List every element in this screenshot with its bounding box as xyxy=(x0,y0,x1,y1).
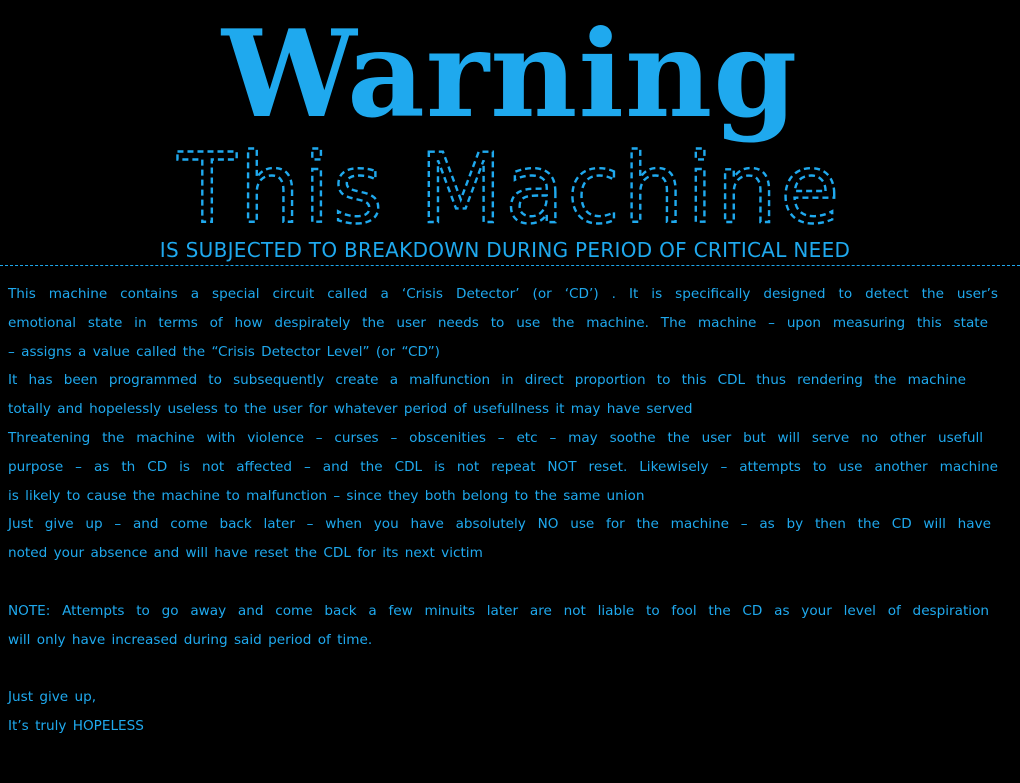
body-line: It’s truly HOPELESS xyxy=(8,717,144,734)
body-line: totally and hopelessly useless to the us… xyxy=(8,401,693,418)
body-line: This machine contains a special circuit … xyxy=(8,286,998,302)
body-line: – assigns a value called the “Crisis Det… xyxy=(8,343,440,360)
body-line: Just give up – and come back later – whe… xyxy=(8,516,991,533)
body-line: NOTE: Attempts to go away and come back … xyxy=(8,602,989,619)
body-line: is likely to cause the machine to malfun… xyxy=(8,487,645,504)
notice-body: This machine contains a special circuit … xyxy=(8,280,998,741)
body-line: purpose – as th CD is not affected – and… xyxy=(8,458,998,475)
warning-title: Warning xyxy=(221,4,799,145)
body-line: Threatening the machine with violence – … xyxy=(8,429,983,446)
dashed-divider xyxy=(0,265,1020,266)
body-line: noted your absence and will have reset t… xyxy=(8,545,483,562)
body-line: It has been programmed to subsequently c… xyxy=(8,372,966,389)
body-line: emotional state in terms of how despirat… xyxy=(8,314,988,331)
body-line: will only have increased during said per… xyxy=(8,631,373,648)
tagline: IS SUBJECTED TO BREAKDOWN DURING PERIOD … xyxy=(159,238,851,262)
subtitle-dashed-text: This Machine xyxy=(176,140,843,235)
body-line: Just give up, xyxy=(8,689,97,706)
subtitle-text: This Machine xyxy=(177,140,843,235)
